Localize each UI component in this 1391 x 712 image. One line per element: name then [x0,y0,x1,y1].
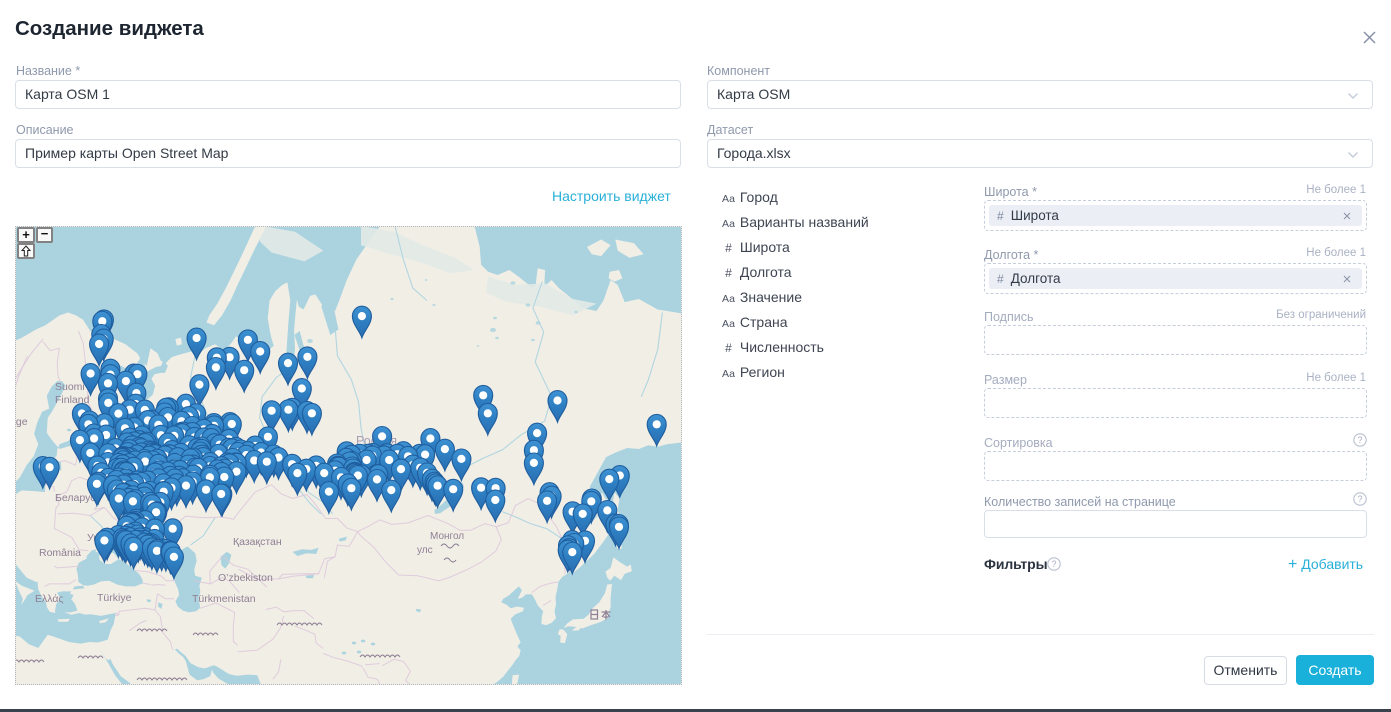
svg-text:România: România [39,547,81,559]
svg-text:Ελλάς: Ελλάς [35,593,63,605]
svg-text:Türkmenistan: Türkmenistan [192,593,256,605]
svg-text:?: ? [1357,435,1362,445]
svg-text:Монгол: Монгол [430,531,464,542]
svg-text:O’zbekiston: O’zbekiston [218,572,273,584]
svg-text:Sverige: Sverige [16,416,28,428]
svg-text:улс: улс [417,545,433,556]
svg-text:Қазақстан: Қазақстан [233,536,282,548]
svg-text:?: ? [1357,494,1362,504]
svg-text:?: ? [1051,559,1056,569]
svg-text:Türkiye: Türkiye [97,592,132,604]
